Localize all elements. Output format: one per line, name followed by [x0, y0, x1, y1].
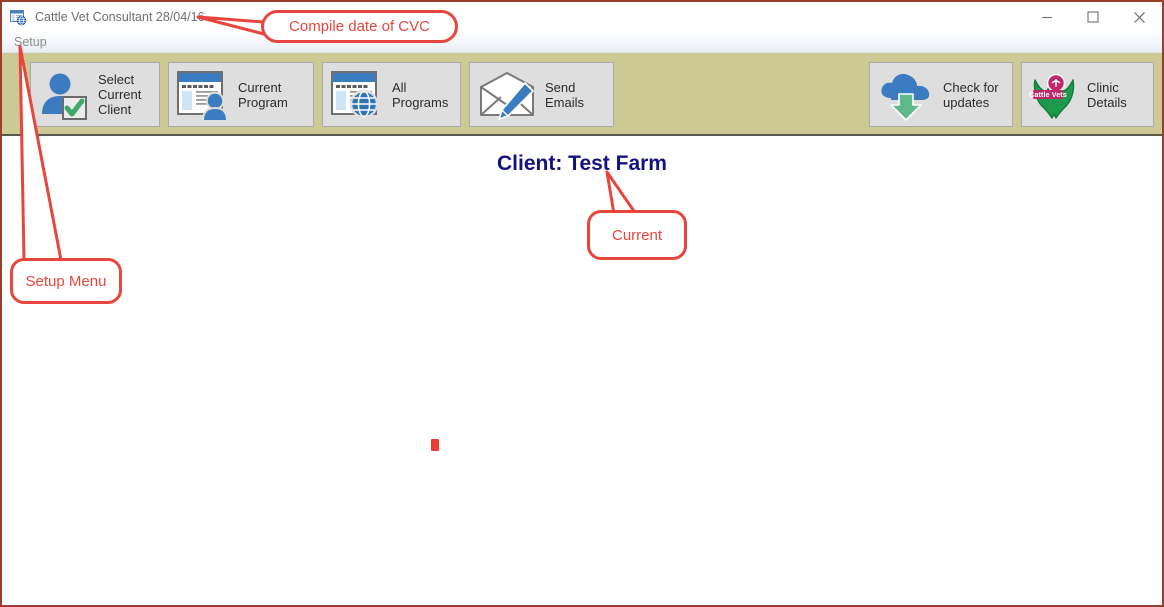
annotation-current: Current	[587, 210, 687, 260]
svg-text:Cattle Vets: Cattle Vets	[1029, 90, 1067, 99]
check-for-updates-label: Check for updates	[943, 79, 999, 110]
window-globe-icon	[330, 69, 384, 121]
current-program-label: Current Program	[238, 79, 288, 110]
current-program-button[interactable]: Current Program	[168, 62, 314, 127]
annotation-compile-date: Compile date of CVC	[261, 10, 458, 43]
user-check-icon	[38, 69, 90, 121]
red-dot-marker	[431, 439, 439, 451]
window-user-icon	[176, 69, 230, 121]
all-programs-button[interactable]: All Programs	[322, 62, 461, 127]
toolbar: Select Current Client Current Program Al…	[2, 53, 1162, 136]
minimize-icon[interactable]	[1024, 2, 1070, 32]
close-icon[interactable]	[1116, 2, 1162, 32]
menu-item-setup[interactable]: Setup	[11, 34, 50, 50]
page-title: Client: Test Farm	[497, 152, 667, 175]
annotation-compile-date-label: Compile date of CVC	[289, 18, 430, 35]
cattle-vets-logo-icon: Cattle Vets	[1029, 70, 1079, 120]
application-window: Cattle Vet Consultant 28/04/16 Setup Sel…	[0, 0, 1164, 607]
select-current-client-button[interactable]: Select Current Client	[30, 62, 160, 127]
annotation-current-label: Current	[611, 226, 663, 244]
cloud-download-icon	[877, 68, 935, 122]
window-globe-icon	[10, 9, 27, 26]
window-title: Cattle Vet Consultant 28/04/16	[35, 10, 205, 24]
annotation-setup-menu: Setup Menu	[10, 258, 122, 304]
maximize-icon[interactable]	[1070, 2, 1116, 32]
annotation-setup-menu-label: Setup Menu	[25, 272, 107, 290]
envelope-pencil-icon	[477, 69, 537, 121]
send-emails-label: Send Emails	[545, 79, 585, 110]
menu-bar: Setup	[2, 32, 1162, 53]
clinic-details-button[interactable]: Cattle Vets Clinic Details	[1021, 62, 1154, 127]
main-content: Client: Test Farm	[2, 138, 1162, 605]
all-programs-label: All Programs	[392, 79, 449, 110]
send-emails-button[interactable]: Send Emails	[469, 62, 614, 127]
clinic-details-label: Clinic Details	[1087, 79, 1127, 110]
window-controls	[1024, 2, 1162, 32]
title-bar: Cattle Vet Consultant 28/04/16	[2, 2, 1162, 32]
select-current-client-label: Select Current Client	[98, 72, 142, 117]
check-for-updates-button[interactable]: Check for updates	[869, 62, 1013, 127]
